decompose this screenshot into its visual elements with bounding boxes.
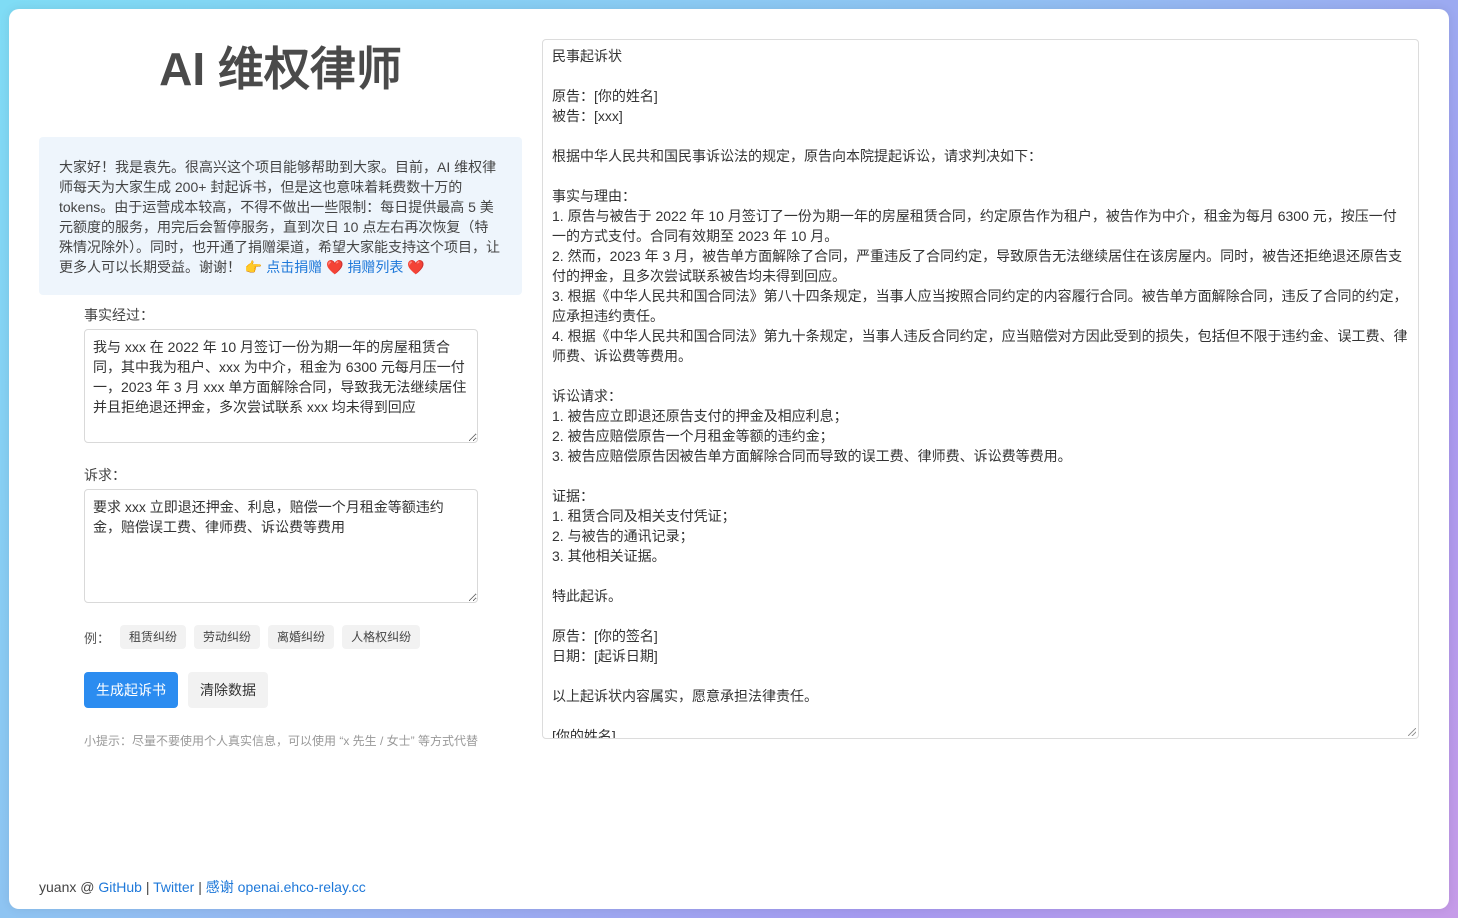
example-chip-divorce[interactable]: 离婚纠纷 bbox=[268, 625, 335, 649]
github-link[interactable]: GitHub bbox=[98, 879, 142, 895]
footer-separator: | bbox=[141, 879, 154, 895]
notice-text: 大家好！我是袁先。很高兴这个项目能够帮助到大家。目前，AI 维权律师每天为大家生… bbox=[59, 159, 500, 275]
notice-box: 大家好！我是袁先。很高兴这个项目能够帮助到大家。目前，AI 维权律师每天为大家生… bbox=[39, 137, 522, 295]
heart-icon: ❤️ bbox=[407, 259, 425, 275]
clear-button[interactable]: 清除数据 bbox=[188, 672, 268, 708]
complaint-text: 民事起诉状 原告：[你的姓名] 被告：[xxx] 根据中华人民共和国民事诉讼法的… bbox=[552, 48, 1408, 739]
thanks-link[interactable]: 感谢 openai.ehco-relay.cc bbox=[206, 879, 366, 895]
examples-row: 例： 租赁纠纷 劳动纠纷 离婚纠纷 人格权纠纷 bbox=[84, 625, 478, 649]
resize-handle-icon[interactable] bbox=[1408, 728, 1416, 736]
heart-icon: ❤️ bbox=[326, 259, 344, 275]
page-title: AI 维权律师 bbox=[159, 43, 402, 95]
footer-author: yuanx @ bbox=[39, 879, 99, 895]
generate-button[interactable]: 生成起诉书 bbox=[84, 672, 178, 708]
footer: yuanx @ GitHub | Twitter | 感谢 openai.ehc… bbox=[39, 877, 366, 897]
examples-label: 例： bbox=[84, 630, 111, 646]
input-form: 事实经过： 我与 xxx 在 2022 年 10 月签订一份为期一年的房屋租赁合… bbox=[84, 305, 478, 749]
main-card: AI 维权律师 大家好！我是袁先。很高兴这个项目能够帮助到大家。目前，AI 维权… bbox=[9, 9, 1449, 909]
facts-label: 事实经过： bbox=[84, 307, 154, 323]
claims-textarea[interactable]: 要求 xxx 立即退还押金、利息，赔偿一个月租金等额违约金，赔偿误工费、律师费、… bbox=[84, 489, 478, 603]
twitter-link[interactable]: Twitter bbox=[153, 879, 194, 895]
complaint-output[interactable]: 民事起诉状 原告：[你的姓名] 被告：[xxx] 根据中华人民共和国民事诉讼法的… bbox=[542, 39, 1419, 739]
footer-separator: | bbox=[194, 879, 206, 895]
claims-label: 诉求： bbox=[84, 467, 126, 483]
pointing-hand-icon: 👉 bbox=[244, 259, 263, 275]
donor-list-link[interactable]: 捐赠列表 bbox=[347, 259, 403, 275]
example-chip-lease[interactable]: 租赁纠纷 bbox=[120, 625, 187, 649]
privacy-tip: 小提示：尽量不要使用个人真实信息，可以使用 “x 先生 / 女士” 等方式代替 bbox=[84, 734, 478, 748]
donate-link[interactable]: 点击捐赠 bbox=[266, 259, 322, 275]
facts-textarea[interactable]: 我与 xxx 在 2022 年 10 月签订一份为期一年的房屋租赁合同，其中我为… bbox=[84, 329, 478, 443]
example-chip-personality[interactable]: 人格权纠纷 bbox=[342, 625, 421, 649]
example-chip-labor[interactable]: 劳动纠纷 bbox=[194, 625, 261, 649]
action-buttons: 生成起诉书 清除数据 bbox=[84, 672, 478, 708]
